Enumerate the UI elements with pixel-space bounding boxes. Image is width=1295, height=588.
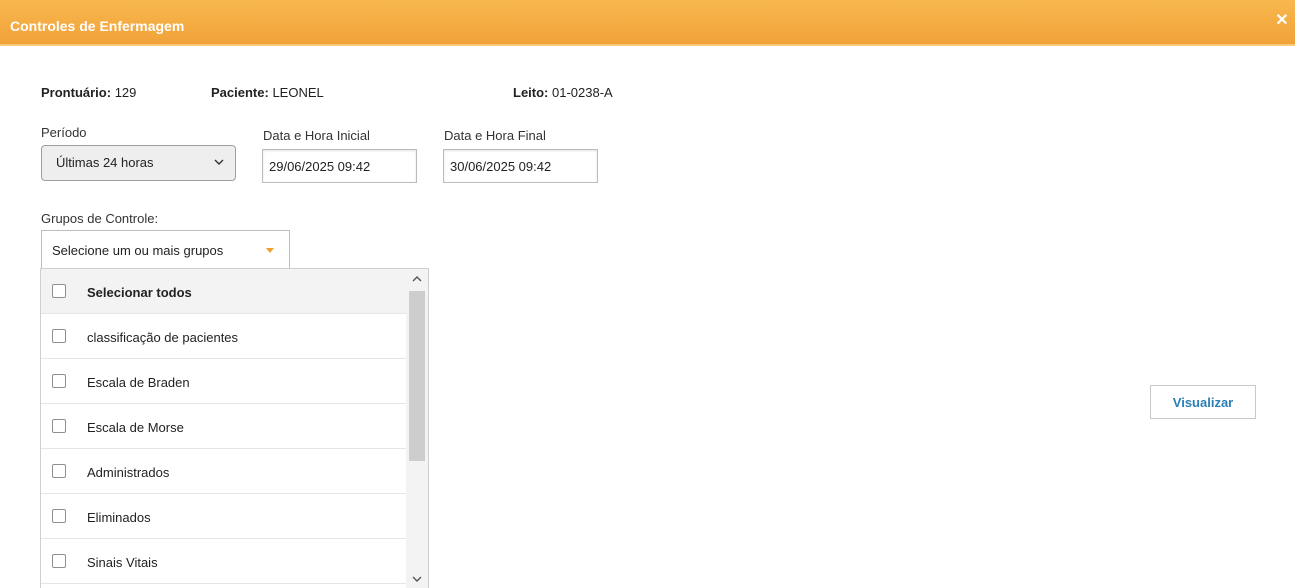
- data-inicial-label: Data e Hora Inicial: [263, 128, 370, 143]
- chevron-down-icon: [214, 159, 224, 165]
- checkbox[interactable]: [52, 419, 66, 433]
- data-inicial-input[interactable]: [262, 149, 417, 183]
- option-escala-braden[interactable]: Escala de Braden: [41, 359, 406, 404]
- paciente-label: Paciente:: [211, 85, 269, 100]
- data-final-input[interactable]: [443, 149, 598, 183]
- prontuario-info: Prontuário: 129: [41, 85, 136, 100]
- periodo-select[interactable]: Últimas 24 horas: [41, 145, 236, 181]
- scroll-thumb[interactable]: [409, 291, 425, 461]
- prontuario-value: 129: [114, 85, 137, 100]
- option-label: Administrados: [87, 465, 170, 480]
- chevron-up-icon[interactable]: [406, 269, 428, 289]
- paciente-value: LEONEL: [272, 85, 324, 100]
- window-titlebar: Controles de Enfermagem ✕: [0, 0, 1295, 46]
- chevron-down-icon[interactable]: [406, 569, 428, 588]
- option-label: Sinais Vitais: [87, 555, 158, 570]
- option-classificacao-pacientes[interactable]: classificação de pacientes: [41, 314, 406, 359]
- checkbox[interactable]: [52, 329, 66, 343]
- checkbox[interactable]: [52, 509, 66, 523]
- option-label: classificação de pacientes: [87, 330, 239, 345]
- periodo-selected-value: Últimas 24 horas: [56, 155, 154, 170]
- checkbox[interactable]: [52, 464, 66, 478]
- checkbox[interactable]: [52, 284, 66, 298]
- option-label: Eliminados: [87, 510, 151, 525]
- checkbox[interactable]: [52, 374, 66, 388]
- option-sinais-vitais[interactable]: Sinais Vitais: [41, 539, 406, 584]
- window-title: Controles de Enfermagem: [10, 18, 185, 34]
- checkbox[interactable]: [52, 554, 66, 568]
- data-final-label: Data e Hora Final: [444, 128, 546, 143]
- option-administrados[interactable]: Administrados: [41, 449, 406, 494]
- option-label: Selecionar todos: [87, 285, 192, 300]
- grupos-dropdown: Selecionar todos classificação de pacien…: [40, 268, 429, 588]
- option-eliminados[interactable]: Eliminados: [41, 494, 406, 539]
- paciente-info: Paciente: LEONEL: [211, 85, 324, 100]
- grupos-placeholder: Selecione um ou mais grupos: [52, 243, 224, 258]
- option-selecionar-todos[interactable]: Selecionar todos: [41, 269, 406, 314]
- leito-info: Leito: 01-0238-A: [513, 85, 613, 100]
- option-label: Escala de Morse: [87, 420, 184, 435]
- prontuario-label: Prontuário:: [41, 85, 112, 100]
- grupos-option-list: Selecionar todos classificação de pacien…: [41, 269, 406, 584]
- grupos-label: Grupos de Controle:: [41, 211, 159, 226]
- visualizar-button[interactable]: Visualizar: [1150, 385, 1256, 419]
- caret-down-icon: [266, 248, 274, 253]
- option-label: Escala de Braden: [87, 375, 190, 390]
- close-icon[interactable]: ✕: [1275, 13, 1289, 29]
- periodo-label: Período: [41, 125, 87, 140]
- option-escala-morse[interactable]: Escala de Morse: [41, 404, 406, 449]
- leito-value: 01-0238-A: [552, 85, 613, 100]
- grupos-multiselect-button[interactable]: Selecione um ou mais grupos: [41, 230, 290, 268]
- leito-label: Leito:: [513, 85, 549, 100]
- dropdown-scrollbar[interactable]: [406, 269, 428, 588]
